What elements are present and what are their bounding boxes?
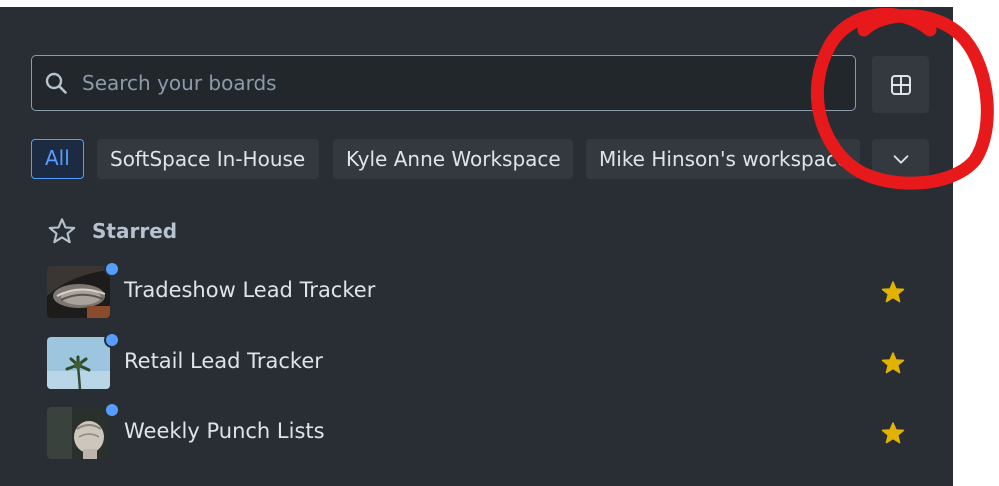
section-title: Starred — [92, 219, 178, 243]
board-name: Retail Lead Tracker — [124, 349, 323, 373]
palm-tree-thumbnail — [47, 337, 110, 389]
board-thumbnail — [47, 337, 110, 389]
unread-dot — [104, 332, 120, 348]
filter-chip-all[interactable]: All — [31, 139, 84, 179]
star-filled-icon[interactable] — [881, 280, 905, 304]
board-row-weekly-punch[interactable]: Weekly Punch Lists — [47, 402, 929, 459]
star-filled-icon[interactable] — [881, 421, 905, 445]
filter-chip-softspace[interactable]: SoftSpace In-House — [97, 139, 319, 179]
starred-section-header: Starred — [48, 217, 177, 245]
more-workspaces-button[interactable] — [872, 139, 929, 179]
tradeshow-thumbnail — [47, 266, 110, 318]
board-row-tradeshow[interactable]: Tradeshow Lead Tracker — [47, 261, 929, 318]
search-input[interactable]: Search your boards — [31, 55, 856, 111]
grid-view-button[interactable] — [872, 56, 929, 113]
chevron-down-icon — [893, 155, 908, 164]
board-name: Tradeshow Lead Tracker — [124, 278, 376, 302]
board-row-retail[interactable]: Retail Lead Tracker — [47, 332, 929, 389]
fist-thumbnail — [47, 407, 110, 459]
search-placeholder: Search your boards — [82, 71, 277, 95]
board-name: Weekly Punch Lists — [124, 419, 325, 443]
star-outline-icon — [48, 218, 76, 244]
unread-dot — [104, 261, 120, 277]
star-filled-icon[interactable] — [881, 351, 905, 375]
filter-chip-mike-hinson[interactable]: Mike Hinson's workspace — [586, 139, 860, 179]
filter-chip-kyle-anne[interactable]: Kyle Anne Workspace — [333, 139, 573, 179]
top-strip — [0, 0, 953, 7]
board-thumbnail — [47, 407, 110, 459]
search-icon — [45, 72, 67, 94]
unread-dot — [104, 402, 120, 418]
board-thumbnail — [47, 266, 110, 318]
boards-panel: Search your boards All SoftSpace In-Hous… — [0, 7, 953, 486]
grid-icon — [890, 74, 911, 95]
